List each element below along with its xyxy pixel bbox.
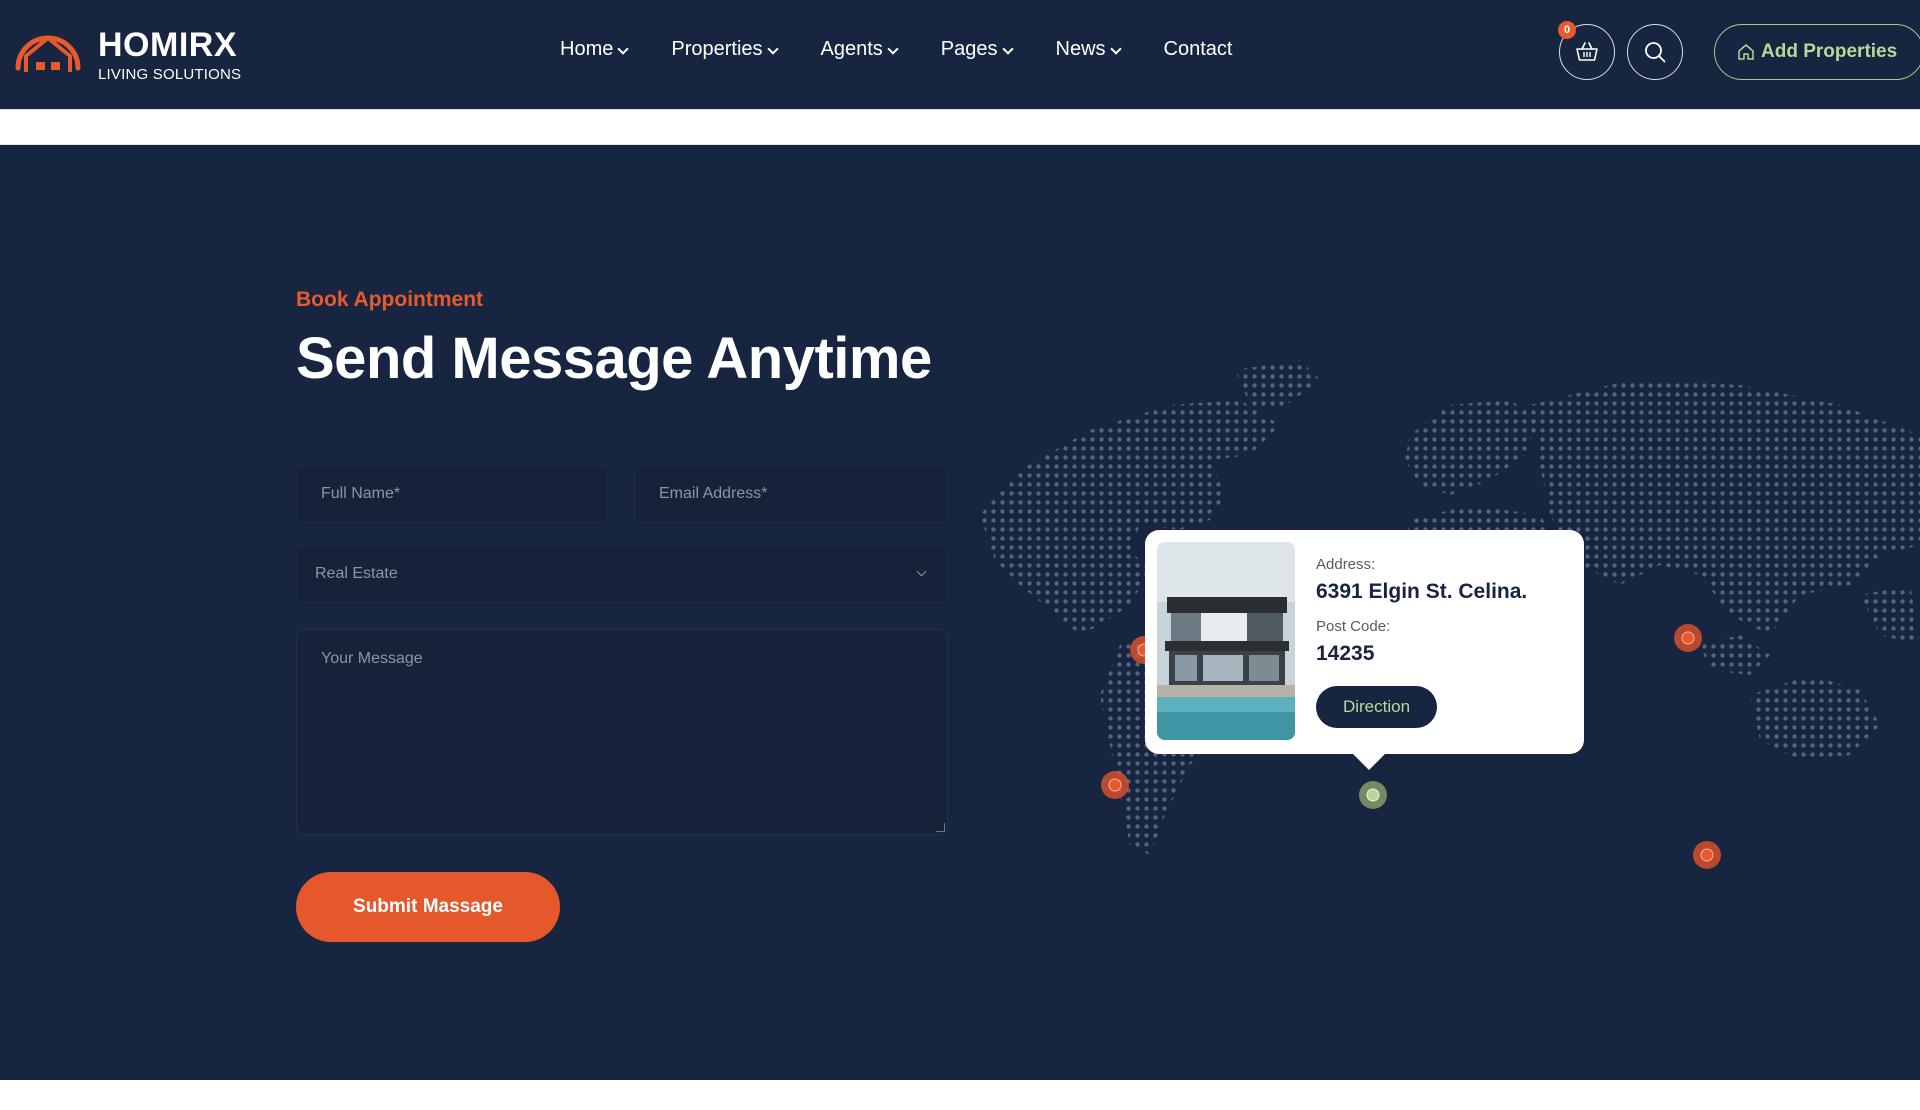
search-button[interactable] (1627, 24, 1683, 80)
logo-name: HOMIRX (98, 26, 237, 64)
nav-label: Contact (1163, 38, 1233, 60)
nav-label: Pages (940, 38, 998, 60)
active-location-pin[interactable] (1358, 780, 1388, 810)
nav-item-news[interactable]: News (1055, 38, 1122, 61)
chevron-down-icon (1001, 42, 1014, 55)
submit-button[interactable]: Submit Massage (296, 872, 560, 942)
postcode-label: Post Code: (1316, 618, 1391, 635)
header-divider-strip (0, 109, 1920, 145)
email-input[interactable] (634, 465, 948, 523)
nav-label: Properties (671, 38, 763, 60)
map-pin-core (1700, 848, 1714, 862)
resize-handle[interactable] (936, 823, 945, 832)
location-card: Address: 6391 Elgin St. Celina. Post Cod… (1145, 530, 1584, 770)
section-eyebrow: Book Appointment (296, 288, 484, 311)
chevron-down-icon (1109, 42, 1122, 55)
nav-label: Home (560, 38, 614, 60)
map-pin-core (1681, 631, 1695, 645)
full-name-input[interactable] (296, 465, 608, 523)
nav-item-pages[interactable]: Pages (940, 38, 1014, 61)
nav-item-contact[interactable]: Contact (1164, 38, 1233, 61)
message-textarea[interactable] (296, 629, 948, 835)
logo[interactable]: HOMIRX LIVING SOLUTIONS (12, 20, 241, 86)
main-nav: Home Properties Agents Pages News Contac… (560, 38, 1276, 61)
nav-item-home[interactable]: Home (560, 38, 630, 61)
nav-item-agents[interactable]: Agents (820, 38, 899, 61)
chevron-down-icon (617, 42, 630, 55)
nav-label: News (1055, 38, 1106, 60)
add-properties-button[interactable]: Add Properties (1714, 24, 1920, 80)
property-photo (1157, 542, 1295, 740)
basket-icon (1576, 42, 1598, 61)
address-label: Address: (1316, 556, 1376, 573)
address-value: 6391 Elgin St. Celina. (1316, 580, 1528, 603)
direction-button[interactable]: Direction (1316, 686, 1437, 728)
site-header: HOMIRX LIVING SOLUTIONS Home Properties … (0, 0, 1920, 109)
cart-count-badge: 0 (1558, 21, 1576, 39)
category-select[interactable]: Real Estate (296, 545, 948, 603)
appointment-section: Book Appointment Send Message Anytime Re… (0, 145, 1920, 1080)
home-icon (1738, 44, 1754, 60)
postcode-value: 14235 (1316, 642, 1375, 665)
nav-label: Agents (820, 38, 883, 60)
map-pin-core (1108, 778, 1122, 792)
house-logo-icon (15, 35, 81, 72)
logo-tagline: LIVING SOLUTIONS (98, 66, 242, 83)
section-title: Send Message Anytime (296, 326, 932, 391)
chevron-down-icon (916, 566, 927, 577)
add-properties-label: Add Properties (1761, 41, 1898, 62)
category-select-value: Real Estate (315, 565, 398, 582)
cart-button[interactable]: 0 (1558, 21, 1615, 80)
nav-item-properties[interactable]: Properties (671, 38, 779, 61)
chevron-down-icon (766, 42, 779, 55)
chevron-down-icon (887, 42, 899, 55)
search-icon (1645, 42, 1666, 63)
page-footer-strip (0, 1080, 1920, 1110)
